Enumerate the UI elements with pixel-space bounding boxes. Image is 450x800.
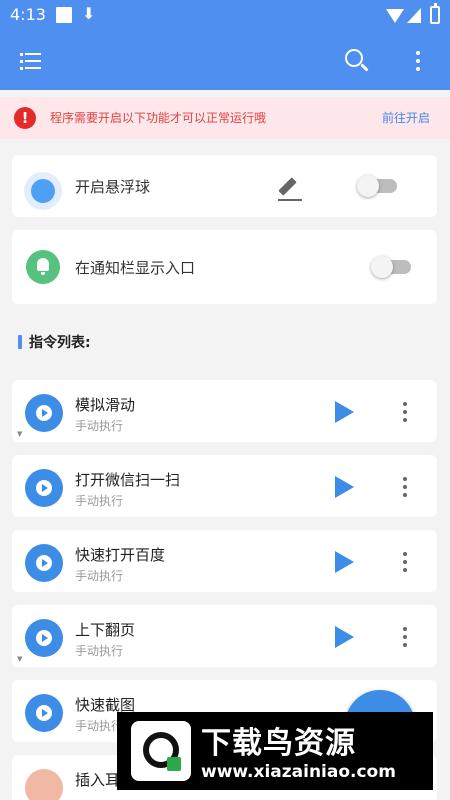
- watermark-brand: 下载鸟资源: [201, 726, 356, 761]
- command-mode: 手动执行: [75, 494, 124, 508]
- battery-icon: [430, 3, 440, 24]
- download-icon: ⬇: [82, 4, 96, 23]
- warning-text: 程序需要开启以下功能才可以正常运行哦: [50, 111, 267, 125]
- play-icon[interactable]: [335, 476, 354, 498]
- go-enable-link[interactable]: 前往开启: [382, 109, 430, 126]
- floating-ball-icon: [24, 172, 62, 210]
- command-mode: 手动执行: [75, 719, 124, 733]
- notification-entry-toggle[interactable]: [371, 256, 411, 278]
- watermark-url: www.xiazainiao.com: [201, 762, 396, 782]
- command-item[interactable]: 快速打开百度 手动执行: [12, 530, 437, 592]
- play-icon[interactable]: [335, 401, 354, 423]
- status-time: 4:13: [10, 5, 46, 24]
- command-item[interactable]: 打开微信扫一扫 手动执行: [12, 455, 437, 517]
- pencil-icon[interactable]: [277, 175, 303, 203]
- floating-ball-label: 开启悬浮球: [75, 178, 151, 196]
- expand-caret-icon: ▼: [17, 655, 23, 663]
- watermark-logo: [131, 721, 191, 781]
- expand-caret-icon: ▼: [17, 430, 23, 438]
- command-play-circle-icon: [25, 694, 63, 732]
- error-icon: !: [14, 107, 36, 129]
- more-vert-icon[interactable]: [395, 400, 415, 424]
- command-name: 模拟滑动: [75, 396, 136, 414]
- signal-icon: [407, 8, 421, 23]
- floating-ball-toggle[interactable]: [357, 175, 397, 197]
- section-accent-bar: [18, 335, 22, 349]
- command-play-circle-icon: [25, 544, 63, 582]
- notification-square-icon: [56, 7, 72, 23]
- command-mode: 手动执行: [75, 644, 124, 658]
- app-toolbar: [0, 32, 450, 90]
- command-name: 上下翻页: [75, 621, 136, 639]
- command-play-circle-icon: [25, 619, 63, 657]
- permission-warning-bar: ! 程序需要开启以下功能才可以正常运行哦 前往开启: [0, 97, 450, 139]
- notification-entry-label: 在通知栏显示入口: [75, 259, 196, 277]
- notification-entry-card: 在通知栏显示入口: [12, 230, 437, 304]
- play-icon[interactable]: [335, 551, 354, 573]
- search-icon[interactable]: [336, 41, 376, 81]
- command-name: 快速打开百度: [75, 546, 166, 564]
- command-name: 打开微信扫一扫: [75, 471, 181, 489]
- command-play-circle-icon: [25, 394, 63, 432]
- more-vert-icon[interactable]: [395, 475, 415, 499]
- command-item[interactable]: 模拟滑动 手动执行 ▼: [12, 380, 437, 442]
- command-play-circle-icon: [25, 469, 63, 507]
- list-icon[interactable]: [12, 41, 52, 81]
- floating-ball-card: 开启悬浮球: [12, 155, 437, 217]
- command-mode: 手动执行: [75, 419, 124, 433]
- command-mode: 手动执行: [75, 569, 124, 583]
- section-title: 指令列表:: [29, 335, 91, 351]
- play-icon[interactable]: [335, 626, 354, 648]
- more-vert-icon[interactable]: [395, 550, 415, 574]
- status-bar: 4:13 ⬇: [0, 0, 450, 32]
- bell-icon: [26, 250, 60, 284]
- wifi-icon: [386, 9, 404, 23]
- command-name: 插入耳: [75, 771, 121, 789]
- more-vert-icon[interactable]: [395, 625, 415, 649]
- more-vert-icon[interactable]: [398, 41, 438, 81]
- command-item[interactable]: 上下翻页 手动执行 ▼: [12, 605, 437, 667]
- watermark-banner: 下载鸟资源 www.xiazainiao.com: [117, 712, 433, 790]
- command-play-circle-icon: [25, 769, 63, 800]
